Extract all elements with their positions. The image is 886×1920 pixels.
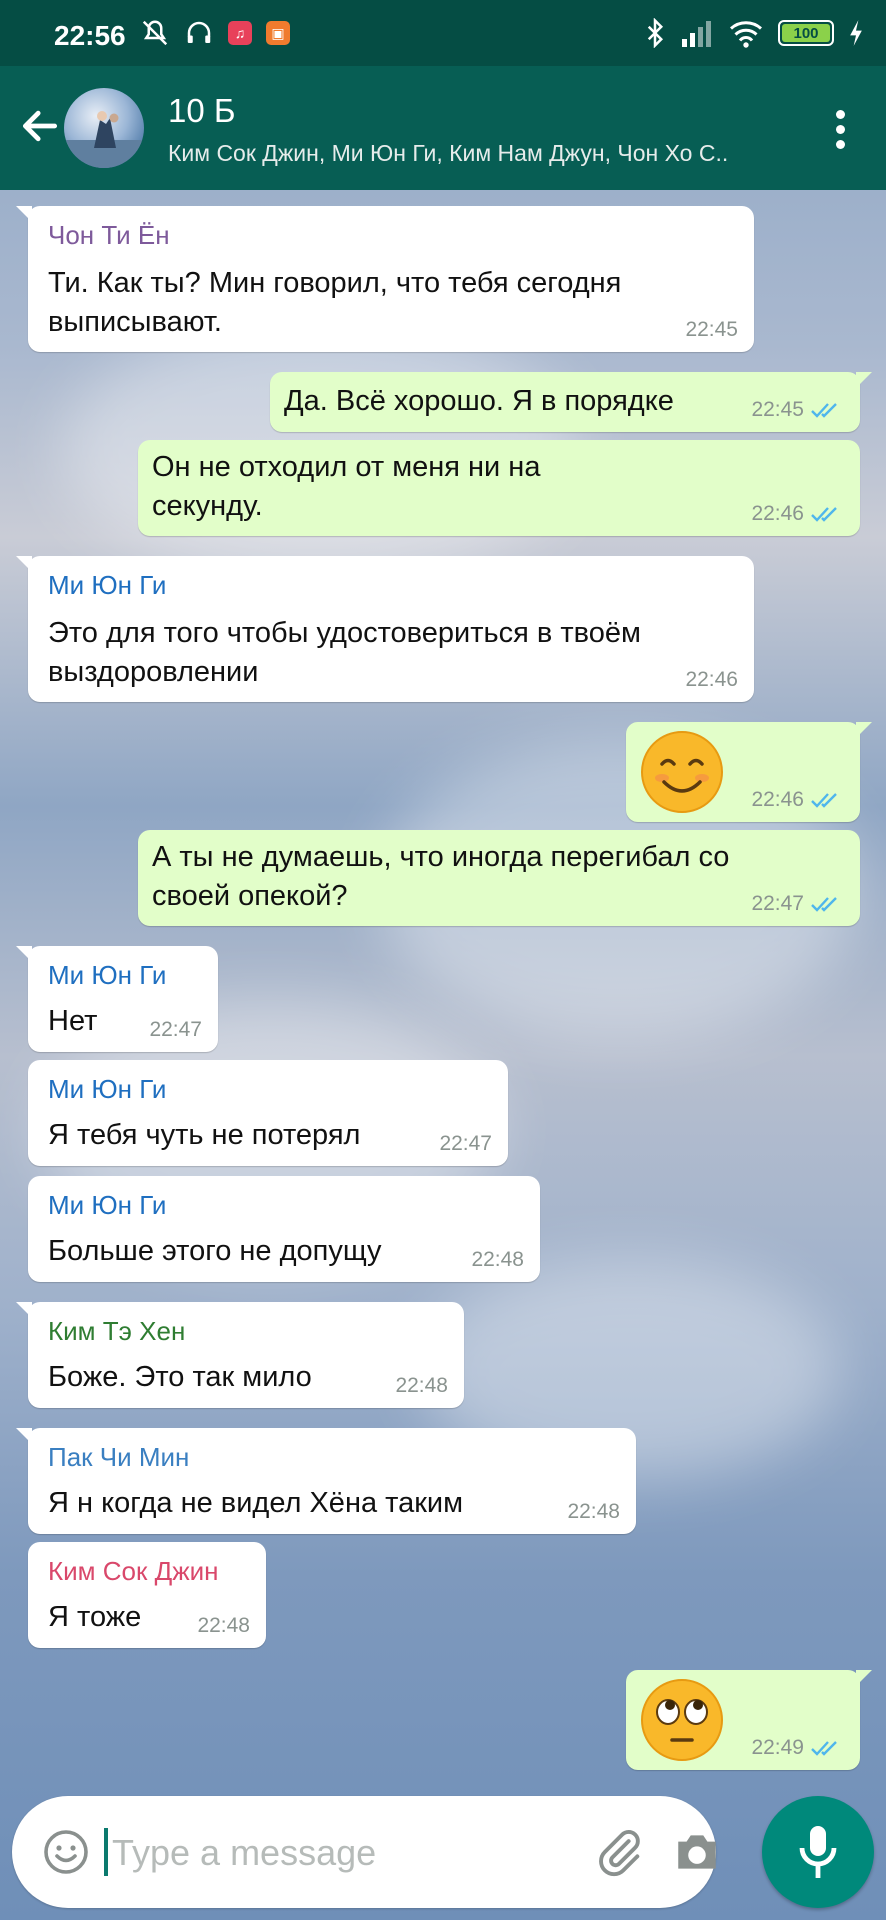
message-time: 22:46 xyxy=(751,788,804,811)
chat-members[interactable]: Ким Сок Джин, Ми Юн Ги, Ким Нам Джун, Чо… xyxy=(168,140,728,167)
wifi-icon xyxy=(730,21,762,48)
message-outgoing[interactable]: Он не отходил от меня ни на секунду. 22:… xyxy=(138,440,860,536)
chat-title[interactable]: 10 Б xyxy=(168,92,236,130)
smiling-face-emoji xyxy=(641,731,723,813)
message-sender: Пак Чи Мин xyxy=(48,1442,190,1472)
mute-icon xyxy=(142,20,168,46)
eye-roll-emoji xyxy=(641,1679,723,1761)
message-time: 22:46 xyxy=(751,502,804,525)
message-time: 22:47 xyxy=(751,892,804,915)
status-time: 22:56 xyxy=(54,20,126,51)
message-incoming[interactable]: Чон Ти Ён Ти. Как ты? Мин говорил, что т… xyxy=(16,206,754,352)
message-incoming[interactable]: Ми Юн Ги Я тебя чуть не потерял 22:47 xyxy=(28,1060,508,1166)
message-input-bar: Type a message xyxy=(12,1796,716,1908)
read-ticks-icon xyxy=(811,897,837,912)
message-text: Я н когда не видел Хёна таким xyxy=(48,1487,464,1519)
group-avatar[interactable] xyxy=(64,88,144,168)
message-incoming[interactable]: Ким Сок Джин Я тоже 22:48 xyxy=(28,1542,266,1648)
attach-icon[interactable] xyxy=(594,1826,646,1878)
bluetooth-icon xyxy=(647,18,664,48)
emoji-icon[interactable] xyxy=(42,1828,90,1876)
message-sender: Чон Ти Ён xyxy=(48,220,170,250)
message-outgoing-emoji[interactable]: 22:46 xyxy=(626,722,872,822)
more-vert-icon[interactable] xyxy=(836,110,846,150)
message-outgoing-emoji[interactable]: 22:49 xyxy=(626,1670,872,1770)
camera-icon[interactable] xyxy=(672,1828,722,1876)
message-sender: Ким Сок Джин xyxy=(48,1556,219,1586)
message-time: 22:46 xyxy=(685,668,738,691)
back-arrow-icon[interactable] xyxy=(18,104,62,148)
music-app-icon: ♫ xyxy=(228,21,252,45)
message-time: 22:45 xyxy=(751,398,804,421)
message-incoming[interactable]: Пак Чи Мин Я н когда не видел Хёна таким… xyxy=(16,1428,636,1534)
message-text: Он не отходил от меня ни на секунду. xyxy=(152,451,541,522)
mic-icon xyxy=(799,1826,837,1878)
message-time: 22:48 xyxy=(567,1500,620,1523)
message-text: Это для того чтобы удостовериться в твоё… xyxy=(48,617,641,688)
status-bar: 22:56 ♫ ▣ 100 xyxy=(0,0,886,66)
message-sender: Ми Юн Ги xyxy=(48,1190,167,1220)
message-text: Я тебя чуть не потерял xyxy=(48,1119,361,1151)
headphones-icon xyxy=(187,21,211,43)
message-text: Больше этого не допущу xyxy=(48,1235,382,1267)
message-text: Ти. Как ты? Мин говорил, что тебя сегодн… xyxy=(48,267,622,338)
message-time: 22:49 xyxy=(751,1736,804,1759)
message-incoming[interactable]: Ким Тэ Хен Боже. Это так мило 22:48 xyxy=(16,1302,464,1408)
message-time: 22:48 xyxy=(197,1614,250,1637)
message-time: 22:45 xyxy=(685,318,738,341)
message-time: 22:48 xyxy=(395,1374,448,1397)
message-outgoing[interactable]: Да. Всё хорошо. Я в порядке 22:45 xyxy=(270,372,872,432)
message-time: 22:47 xyxy=(439,1132,492,1155)
message-input[interactable]: Type a message xyxy=(112,1832,376,1874)
message-time: 22:47 xyxy=(149,1018,202,1041)
message-sender: Ким Тэ Хен xyxy=(48,1316,186,1346)
message-incoming[interactable]: Ми Юн Ги Это для того чтобы удостоверить… xyxy=(16,556,754,702)
charging-icon xyxy=(850,20,862,46)
message-sender: Ми Юн Ги xyxy=(48,960,167,990)
read-ticks-icon xyxy=(811,1741,837,1756)
message-text: Нет xyxy=(48,1005,98,1037)
message-time: 22:48 xyxy=(471,1248,524,1271)
message-text: Да. Всё хорошо. Я в порядке xyxy=(284,385,674,417)
read-ticks-icon xyxy=(811,403,837,418)
chat-header: 10 Б Ким Сок Джин, Ми Юн Ги, Ким Нам Джу… xyxy=(0,66,886,190)
mi-app-icon: ▣ xyxy=(266,21,290,45)
message-sender: Ми Юн Ги xyxy=(48,570,167,600)
signal-icon xyxy=(682,21,711,47)
message-sender: Ми Юн Ги xyxy=(48,1074,167,1104)
text-cursor xyxy=(104,1828,108,1876)
message-text: Я тоже xyxy=(48,1601,142,1633)
message-text: А ты не думаешь, что иногда перегибал со… xyxy=(152,841,730,912)
message-outgoing[interactable]: А ты не думаешь, что иногда перегибал со… xyxy=(138,830,860,926)
read-ticks-icon xyxy=(811,507,837,522)
battery-level: 100 xyxy=(782,24,830,42)
battery-icon: 100 xyxy=(778,20,834,46)
read-ticks-icon xyxy=(811,793,837,808)
mic-button[interactable] xyxy=(762,1796,874,1908)
message-incoming[interactable]: Ми Юн Ги Больше этого не допущу 22:48 xyxy=(28,1176,540,1282)
message-incoming[interactable]: Ми Юн Ги Нет 22:47 xyxy=(16,946,218,1052)
message-text: Боже. Это так мило xyxy=(48,1361,312,1393)
